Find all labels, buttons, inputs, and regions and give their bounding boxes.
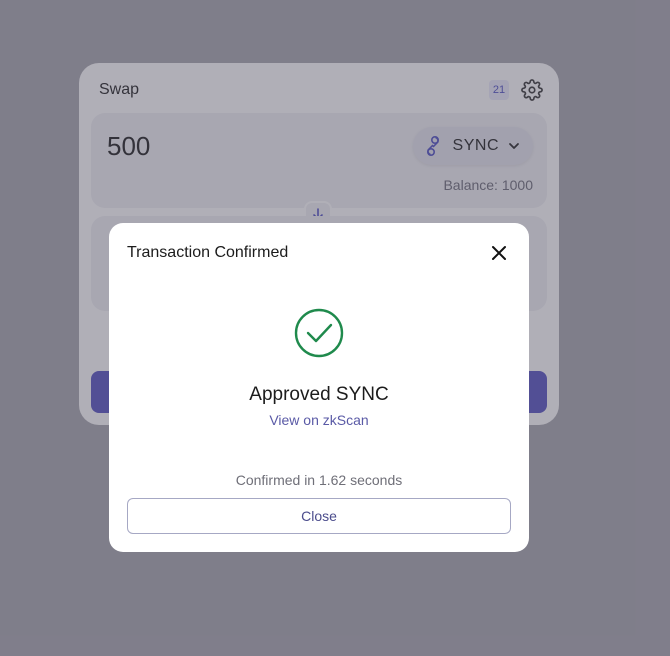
- status-message: Approved SYNC: [249, 384, 389, 405]
- view-on-zkscan-link[interactable]: View on zkScan: [109, 412, 529, 428]
- confirmation-time: Confirmed in 1.62 seconds: [235, 472, 403, 488]
- modal-title: Transaction Confirmed: [127, 244, 289, 261]
- check-circle-icon: [294, 308, 344, 358]
- transaction-modal: Transaction Confirmed Approved SYNC View…: [109, 223, 529, 552]
- close-button[interactable]: Close: [127, 498, 511, 534]
- close-icon[interactable]: [489, 243, 509, 263]
